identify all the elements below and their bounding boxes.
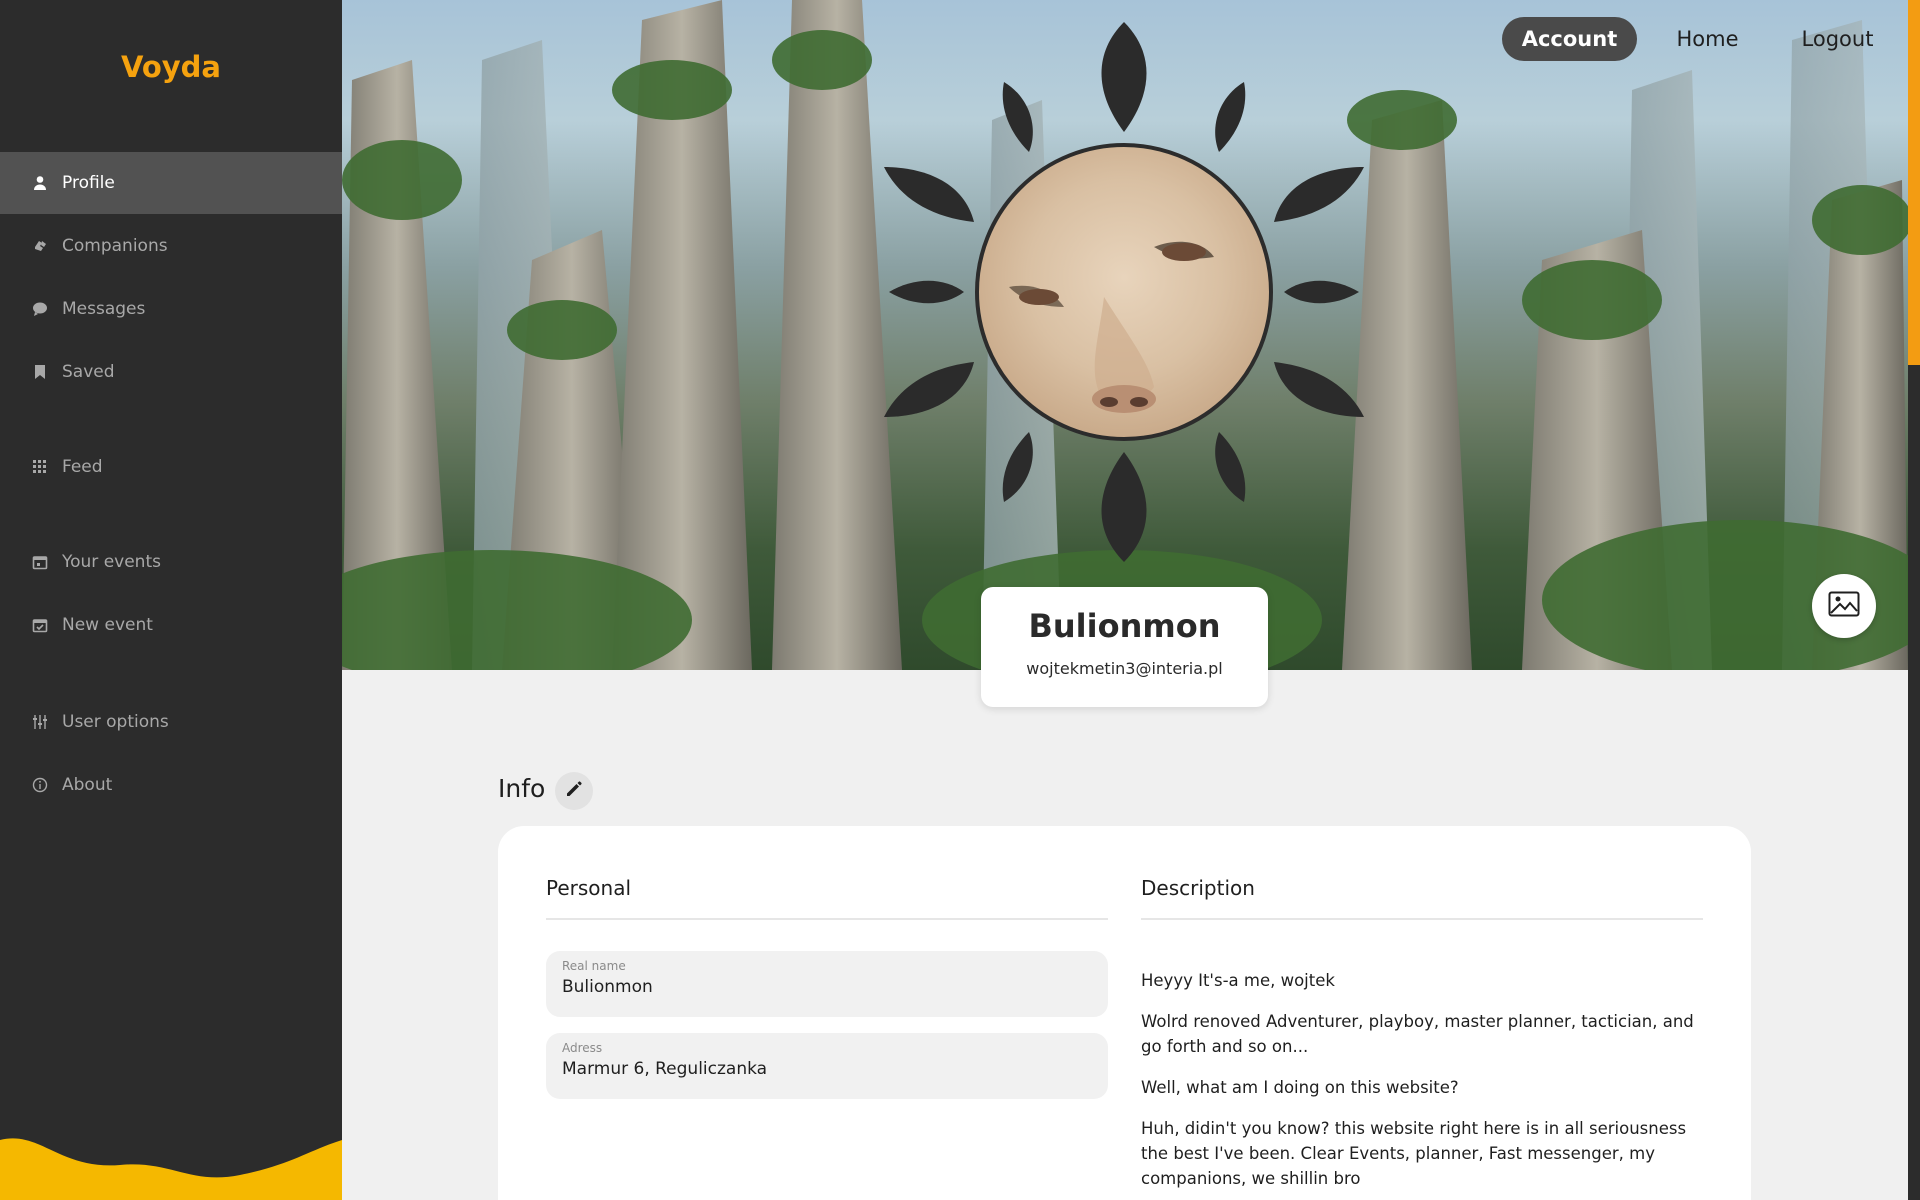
image-icon xyxy=(1828,591,1860,621)
profile-email: wojtekmetin3@interia.pl xyxy=(1026,659,1223,678)
tab-home[interactable]: Home xyxy=(1660,17,1755,61)
sidebar: Voyda Profile Companions Messages Saved … xyxy=(0,0,342,1200)
field-label: Real name xyxy=(562,959,626,973)
sidebar-item-label: Companions xyxy=(62,236,168,256)
sliders-icon xyxy=(32,714,48,730)
sidebar-item-profile[interactable]: Profile xyxy=(0,152,342,214)
bookmark-icon xyxy=(32,364,48,380)
address-field[interactable]: Adress Marmur 6, Reguliczanka xyxy=(546,1033,1108,1099)
sidebar-item-saved[interactable]: Saved xyxy=(0,341,342,403)
sidebar-item-label: Messages xyxy=(62,299,146,319)
sidebar-item-messages[interactable]: Messages xyxy=(0,278,342,340)
brand-logo[interactable]: Voyda xyxy=(0,50,342,84)
sidebar-item-companions[interactable]: Companions xyxy=(0,215,342,277)
field-value: Marmur 6, Reguliczanka xyxy=(562,1059,768,1079)
sidebar-item-label: Profile xyxy=(62,173,115,193)
sidebar-item-user-options[interactable]: User options xyxy=(0,691,342,753)
sidebar-item-about[interactable]: About xyxy=(0,754,342,816)
sidebar-item-label: Saved xyxy=(62,362,115,382)
personal-divider xyxy=(546,918,1108,920)
tab-logout[interactable]: Logout xyxy=(1790,17,1885,61)
description-paragraph: Huh, didin't you know? this website righ… xyxy=(1141,1119,1687,1188)
info-icon xyxy=(32,777,48,793)
sidebar-item-label: User options xyxy=(62,712,169,732)
edit-info-button[interactable] xyxy=(555,772,593,810)
chat-bubble-icon xyxy=(32,301,48,317)
sidebar-item-label: Your events xyxy=(62,552,161,572)
pencil-icon xyxy=(564,779,584,803)
sidebar-item-label: About xyxy=(62,775,113,795)
scrollbar-thumb[interactable] xyxy=(1908,0,1920,365)
user-icon xyxy=(32,175,48,191)
sidebar-item-feed[interactable]: Feed xyxy=(0,436,342,498)
personal-section-title: Personal xyxy=(546,876,632,900)
description-paragraph: Heyyy It's-a me, wojtek xyxy=(1141,971,1335,990)
sidebar-item-label: New event xyxy=(62,615,153,635)
decorative-wave xyxy=(0,1138,342,1200)
real-name-field[interactable]: Real name Bulionmon xyxy=(546,951,1108,1017)
sidebar-item-new-event[interactable]: New event xyxy=(0,594,342,656)
calendar-check-icon xyxy=(32,617,48,633)
grid-icon xyxy=(32,459,48,475)
description-paragraph: Wolrd renoved Adventurer, playboy, maste… xyxy=(1141,1012,1694,1056)
info-title: Info xyxy=(498,774,546,803)
description-section-title: Description xyxy=(1141,876,1255,900)
description-divider xyxy=(1141,918,1703,920)
sidebar-item-label: Feed xyxy=(62,457,103,477)
avatar[interactable] xyxy=(975,143,1273,441)
change-cover-button[interactable] xyxy=(1812,574,1876,638)
description-paragraph: Well, what am I doing on this website? xyxy=(1141,1078,1459,1097)
sidebar-item-your-events[interactable]: Your events xyxy=(0,531,342,593)
field-value: Bulionmon xyxy=(562,977,653,997)
field-label: Adress xyxy=(562,1041,603,1055)
tab-account[interactable]: Account xyxy=(1502,17,1637,61)
profile-name-card: Bulionmon wojtekmetin3@interia.pl xyxy=(981,587,1268,707)
handshake-icon xyxy=(32,238,48,254)
calendar-icon xyxy=(32,554,48,570)
profile-username: Bulionmon xyxy=(1028,607,1221,645)
